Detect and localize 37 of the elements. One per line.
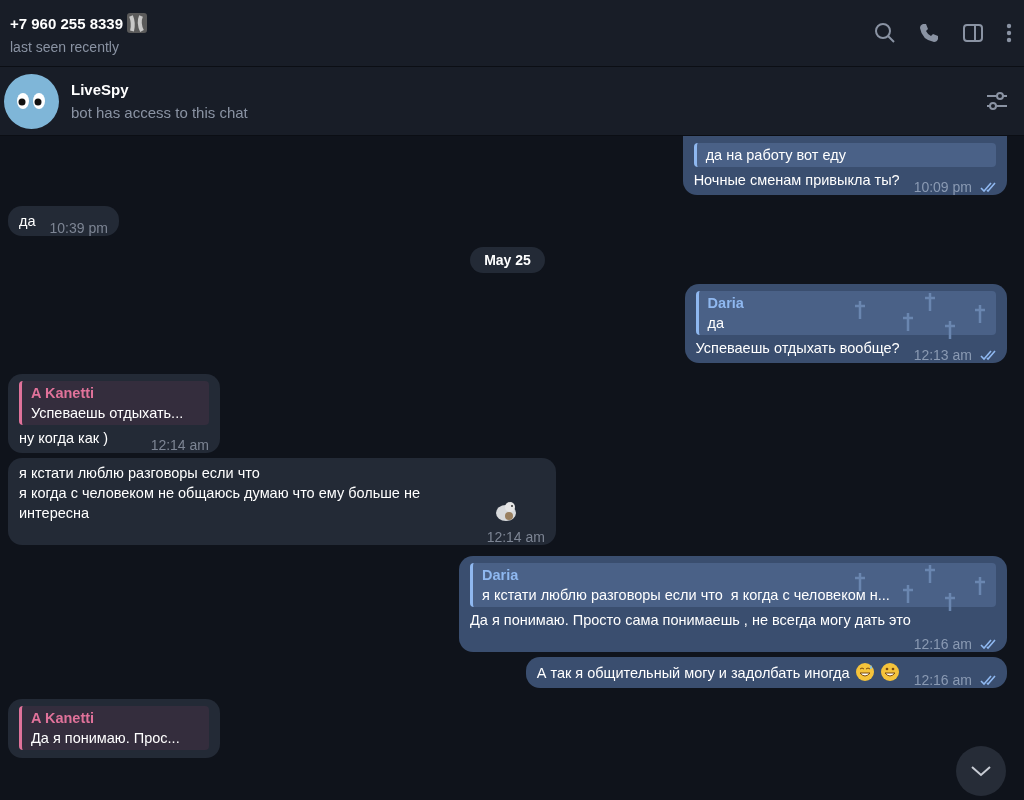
reply-text: я кстати люблю разговоры если что я когда с человеком н... — [482, 586, 890, 605]
message-text: А так я общительный могу и задолбать иногда — [536, 664, 850, 683]
reply-author: A Kanetti — [31, 384, 95, 403]
scroll-down-button[interactable] — [956, 746, 1006, 796]
reply-author: Daria — [482, 566, 519, 585]
phone-icon[interactable] — [918, 22, 940, 44]
sidebar-icon[interactable] — [962, 22, 984, 44]
message-text: Успеваешь отдыхать вообще? — [695, 339, 900, 358]
message-time: 12:16 am — [913, 671, 972, 690]
custom-emoji-icon — [125, 11, 150, 35]
reply-author: A Kanetti — [31, 709, 95, 728]
search-icon[interactable] — [874, 22, 896, 44]
message-time: 12:16 am — [913, 635, 972, 654]
message-text: Да я понимаю. Просто сама понимаешь , не всегда могу дать это — [470, 611, 911, 630]
chat-title: +7 960 255 8339 — [10, 14, 124, 32]
bot-subtitle: bot has access to this chat — [71, 104, 249, 121]
message-time: 12:14 am — [486, 528, 545, 547]
message-time: 10:09 pm — [913, 178, 972, 197]
message-text: я кстати люблю разговоры если что я когда с человеком не общаюсь думаю что ему больше не интересна — [19, 464, 422, 523]
message-time: 10:39 pm — [49, 219, 108, 238]
reply-author: Daria — [707, 294, 744, 313]
chevron-down-icon — [970, 764, 992, 778]
bot-avatar — [4, 73, 59, 129]
reply-text: Да я понимаю. Прос... — [31, 729, 180, 748]
more-icon[interactable] — [1006, 22, 1012, 44]
message-time: 12:13 am — [913, 346, 972, 365]
message-text: да — [19, 212, 36, 231]
sliders-icon[interactable] — [986, 91, 1008, 111]
date-badge: May 25 — [470, 247, 545, 273]
reply-text: да — [707, 314, 725, 333]
bot-name: LiveSpy — [71, 81, 130, 98]
message-time: 12:14 am — [150, 436, 209, 455]
reply-text: да на работу вот еду — [705, 146, 846, 165]
reply-text: Успеваешь отдыхать... — [31, 404, 184, 423]
message-text: ну когда как ) — [19, 429, 108, 448]
last-seen-status: last seen recently — [10, 39, 120, 55]
message-text: Ночные сменам привыкла ты? — [693, 171, 900, 190]
